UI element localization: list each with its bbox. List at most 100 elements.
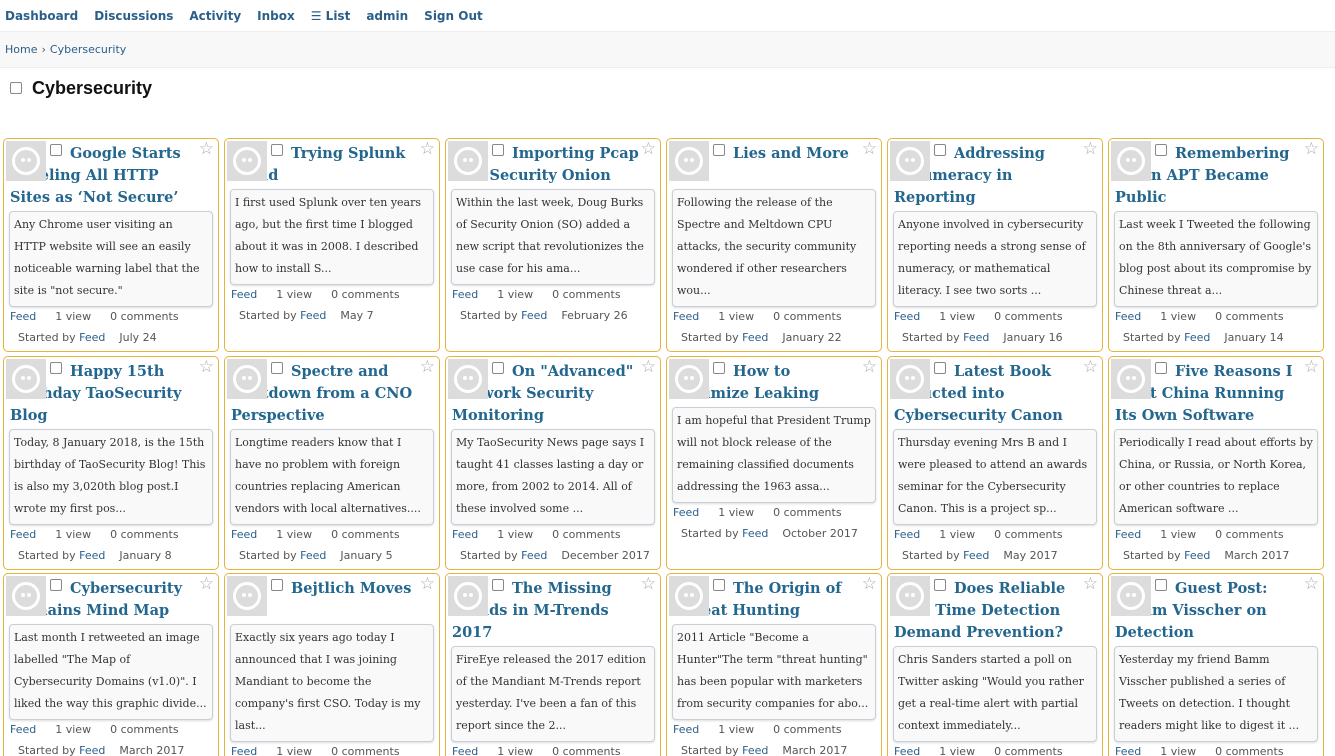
avatar[interactable] [448,576,488,616]
feed-link[interactable]: Feed [1115,528,1141,541]
author-link[interactable]: Feed [300,549,326,562]
avatar[interactable] [1111,141,1151,181]
feed-link[interactable]: Feed [10,528,36,541]
discussion-card[interactable]: ☆ Five Reasons I Want China Running Its O… [1108,356,1324,570]
avatar[interactable] [448,359,488,399]
avatar[interactable] [448,141,488,181]
discussion-checkbox[interactable] [271,144,283,156]
feed-link[interactable]: Feed [1115,310,1141,323]
star-icon[interactable]: ☆ [420,574,435,594]
star-icon[interactable]: ☆ [1083,357,1098,377]
star-icon[interactable]: ☆ [1083,139,1098,159]
feed-link[interactable]: Feed [673,506,699,519]
feed-link[interactable]: Feed [673,723,699,736]
feed-link[interactable]: Feed [673,310,699,323]
discussion-checkbox[interactable] [271,362,283,374]
nav-inbox[interactable]: Inbox [257,9,295,23]
feed-link[interactable]: Feed [231,745,257,756]
nav-activity[interactable]: Activity [189,9,241,23]
author-link[interactable]: Feed [521,309,547,322]
discussion-checkbox[interactable] [50,362,62,374]
feed-link[interactable]: Feed [894,528,920,541]
feed-link[interactable]: Feed [452,528,478,541]
nav-dashboard[interactable]: Dashboard [5,9,78,23]
discussion-card[interactable]: ☆ Happy 15th Birthday TaoSecurity Blog Tod… [3,356,219,570]
discussion-checkbox[interactable] [1155,362,1167,374]
avatar[interactable] [6,359,46,399]
discussion-checkbox[interactable] [934,144,946,156]
star-icon[interactable]: ☆ [641,139,656,159]
star-icon[interactable]: ☆ [862,574,877,594]
discussion-checkbox[interactable] [271,579,283,591]
star-icon[interactable]: ☆ [1304,574,1319,594]
avatar[interactable] [890,141,930,181]
star-icon[interactable]: ☆ [420,357,435,377]
discussion-card[interactable]: ☆ Does Reliable Real Time Detection Deman… [887,573,1103,756]
author-link[interactable]: Feed [963,331,989,344]
discussion-card[interactable]: ☆ How to Minimize Leaking I am hopeful tha… [666,356,882,570]
avatar[interactable] [890,359,930,399]
avatar[interactable] [227,576,267,616]
author-link[interactable]: Feed [79,744,105,756]
discussion-card[interactable]: ☆ On "Advanced" Network Security Monitori… [445,356,661,570]
star-icon[interactable]: ☆ [1304,139,1319,159]
author-link[interactable]: Feed [521,549,547,562]
star-icon[interactable]: ☆ [862,357,877,377]
discussion-card[interactable]: ☆ Remembering When APT Became Public Last … [1108,138,1324,352]
star-icon[interactable]: ☆ [199,357,214,377]
star-icon[interactable]: ☆ [199,139,214,159]
discussion-checkbox[interactable] [1155,144,1167,156]
discussion-card[interactable]: ☆ The Origin of Threat Hunting 2011 Articl… [666,573,882,756]
feed-link[interactable]: Feed [231,288,257,301]
nav-admin[interactable]: admin [366,9,408,23]
discussion-card[interactable]: ☆Lies and More LiesFollowing the release… [666,138,882,352]
author-link[interactable]: Feed [79,331,105,344]
discussion-card[interactable]: ☆ Spectre and Meltdown from a CNO Perspec… [224,356,440,570]
author-link[interactable]: Feed [300,309,326,322]
avatar[interactable] [1111,576,1151,616]
star-icon[interactable]: ☆ [641,574,656,594]
discussion-checkbox[interactable] [492,362,504,374]
star-icon[interactable]: ☆ [420,139,435,159]
discussion-checkbox[interactable] [713,579,725,591]
discussion-checkbox[interactable] [492,144,504,156]
feed-link[interactable]: Feed [894,745,920,756]
discussion-card[interactable]: ☆ Google Starts Labeling All HTTP Sites a… [3,138,219,352]
star-icon[interactable]: ☆ [862,139,877,159]
discussion-card[interactable]: ☆Trying Splunk CloudI first used Splunk … [224,138,440,352]
avatar[interactable] [6,576,46,616]
avatar[interactable] [6,141,46,181]
feed-link[interactable]: Feed [10,310,36,323]
discussion-checkbox[interactable] [934,362,946,374]
author-link[interactable]: Feed [79,549,105,562]
feed-link[interactable]: Feed [452,745,478,756]
discussion-checkbox[interactable] [713,362,725,374]
discussion-checkbox[interactable] [50,579,62,591]
feed-link[interactable]: Feed [1115,745,1141,756]
avatar[interactable] [890,576,930,616]
star-icon[interactable]: ☆ [199,574,214,594]
select-all-checkbox[interactable] [10,82,22,94]
author-link[interactable]: Feed [742,744,768,756]
avatar[interactable] [227,141,267,181]
author-link[interactable]: Feed [1184,331,1210,344]
discussion-card[interactable]: ☆Bejtlich Moves OnExactly six years ago … [224,573,440,756]
author-link[interactable]: Feed [1184,549,1210,562]
discussion-checkbox[interactable] [713,144,725,156]
star-icon[interactable]: ☆ [641,357,656,377]
nav-list[interactable]: ☰ List [311,9,351,23]
avatar[interactable] [1111,359,1151,399]
feed-link[interactable]: Feed [10,723,36,736]
discussion-card[interactable]: ☆ Cybersecurity Domains Mind Map Last mont… [3,573,219,756]
author-link[interactable]: Feed [742,331,768,344]
author-link[interactable]: Feed [963,549,989,562]
discussion-card[interactable]: ☆ Guest Post: Bamm Visscher on Detection Y… [1108,573,1324,756]
star-icon[interactable]: ☆ [1083,574,1098,594]
discussion-card[interactable]: ☆ Addressing Innumeracy in Reporting Anyon… [887,138,1103,352]
avatar[interactable] [669,141,709,181]
nav-sign-out[interactable]: Sign Out [424,9,483,23]
star-icon[interactable]: ☆ [1304,357,1319,377]
discussion-checkbox[interactable] [1155,579,1167,591]
discussion-card[interactable]: ☆ Importing Pcap into Security Onion Withi… [445,138,661,352]
discussion-card[interactable]: ☆ Latest Book Inducted into Cybersecurity… [887,356,1103,570]
